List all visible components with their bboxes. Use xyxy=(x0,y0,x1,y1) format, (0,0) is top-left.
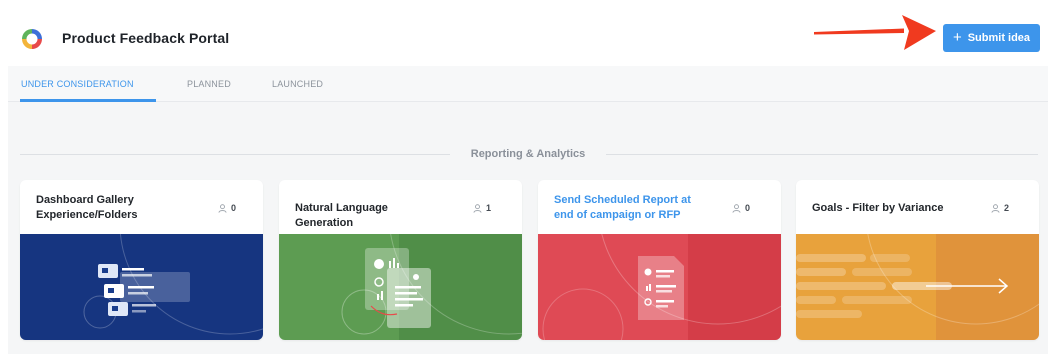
folders-illustration-icon xyxy=(20,234,263,340)
plus-icon: + xyxy=(952,29,962,46)
vote-count-value: 2 xyxy=(1004,203,1010,213)
vote-count[interactable]: 1 xyxy=(473,203,491,213)
idea-card[interactable]: Send Scheduled Report at end of campaign… xyxy=(538,180,781,340)
vote-count[interactable]: 2 xyxy=(991,203,1009,213)
idea-card[interactable]: Dashboard Gallery Experience/Folders 0 xyxy=(20,180,263,340)
person-icon xyxy=(991,203,1000,213)
person-icon xyxy=(473,203,482,213)
vote-count-value: 0 xyxy=(231,203,237,213)
tab-planned[interactable]: PLANNED xyxy=(187,79,231,89)
report-document-illustration-icon xyxy=(538,234,781,340)
vote-count[interactable]: 0 xyxy=(218,203,236,213)
idea-card[interactable]: Natural Language Generation 1 xyxy=(279,180,522,340)
ideas-content: Reporting & Analytics Dashboard Gallery … xyxy=(8,102,1048,354)
idea-card-title[interactable]: Send Scheduled Report at end of campaign… xyxy=(554,193,704,223)
portal-logo-icon xyxy=(22,29,42,49)
tab-launched[interactable]: LAUNCHED xyxy=(272,79,323,89)
person-icon xyxy=(218,203,227,213)
idea-card-title[interactable]: Dashboard Gallery Experience/Folders xyxy=(36,193,186,223)
section-divider-right xyxy=(606,154,1038,155)
vote-count-value: 0 xyxy=(745,203,751,213)
variance-arrow-illustration-icon xyxy=(796,234,1039,340)
app-title: Product Feedback Portal xyxy=(62,30,230,46)
submit-idea-button[interactable]: + Submit idea xyxy=(943,24,1040,52)
vote-count-value: 1 xyxy=(486,203,492,213)
status-tabs: UNDER CONSIDERATION PLANNED LAUNCHED xyxy=(8,66,1048,102)
idea-card-title[interactable]: Natural Language Generation xyxy=(295,201,445,231)
top-header: Product Feedback Portal + Submit idea xyxy=(0,0,1062,66)
idea-card[interactable]: Goals - Filter by Variance 2 xyxy=(796,180,1039,340)
submit-idea-label: Submit idea xyxy=(967,32,1031,44)
idea-card-title[interactable]: Goals - Filter by Variance xyxy=(812,201,962,216)
report-insight-illustration-icon xyxy=(279,234,522,340)
vote-count[interactable]: 0 xyxy=(732,203,750,213)
person-icon xyxy=(732,203,741,213)
tab-under-consideration[interactable]: UNDER CONSIDERATION xyxy=(21,79,134,89)
annotation-arrow-icon xyxy=(814,15,936,50)
